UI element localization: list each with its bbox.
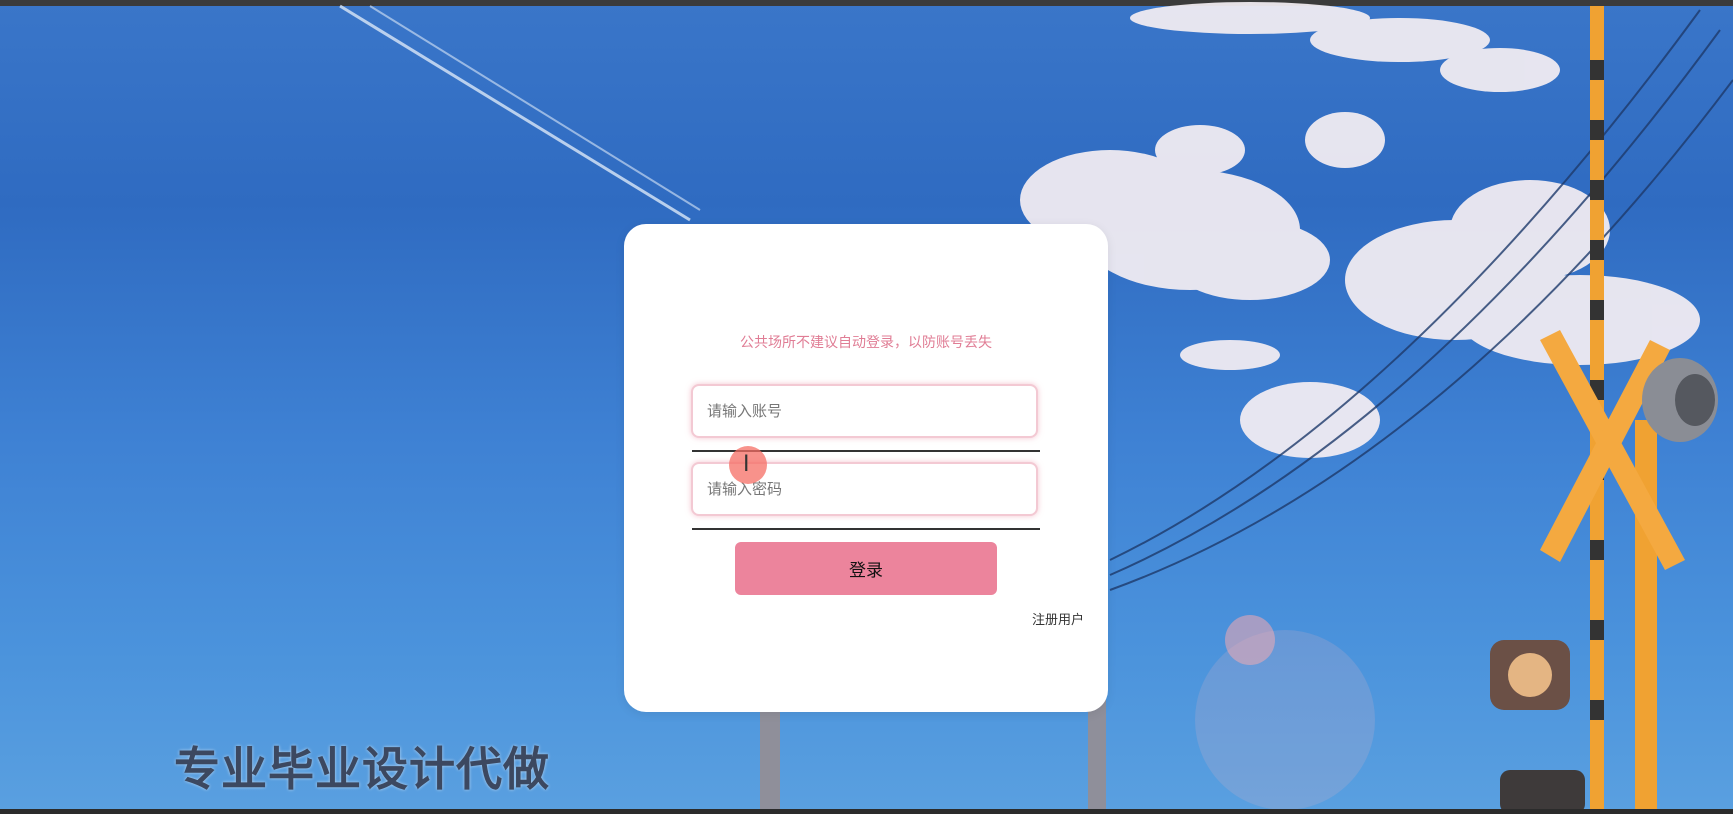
watermark-text: 专业毕业设计代做 — [174, 742, 550, 796]
login-button[interactable]: 登录 — [735, 542, 997, 595]
register-link[interactable]: 注册用户 — [1032, 609, 1084, 628]
text-cursor-icon: I — [743, 452, 750, 477]
login-screen: 公共场所不建议自动登录，以防账号丢失 登录 注册用户 I 专业毕业设计代做 — [0, 0, 1733, 814]
window-bottom-bar — [0, 809, 1733, 814]
login-card: 公共场所不建议自动登录，以防账号丢失 登录 注册用户 — [624, 224, 1108, 712]
username-input[interactable] — [691, 384, 1038, 438]
password-underline — [692, 528, 1040, 530]
security-notice: 公共场所不建议自动登录，以防账号丢失 — [740, 335, 992, 351]
